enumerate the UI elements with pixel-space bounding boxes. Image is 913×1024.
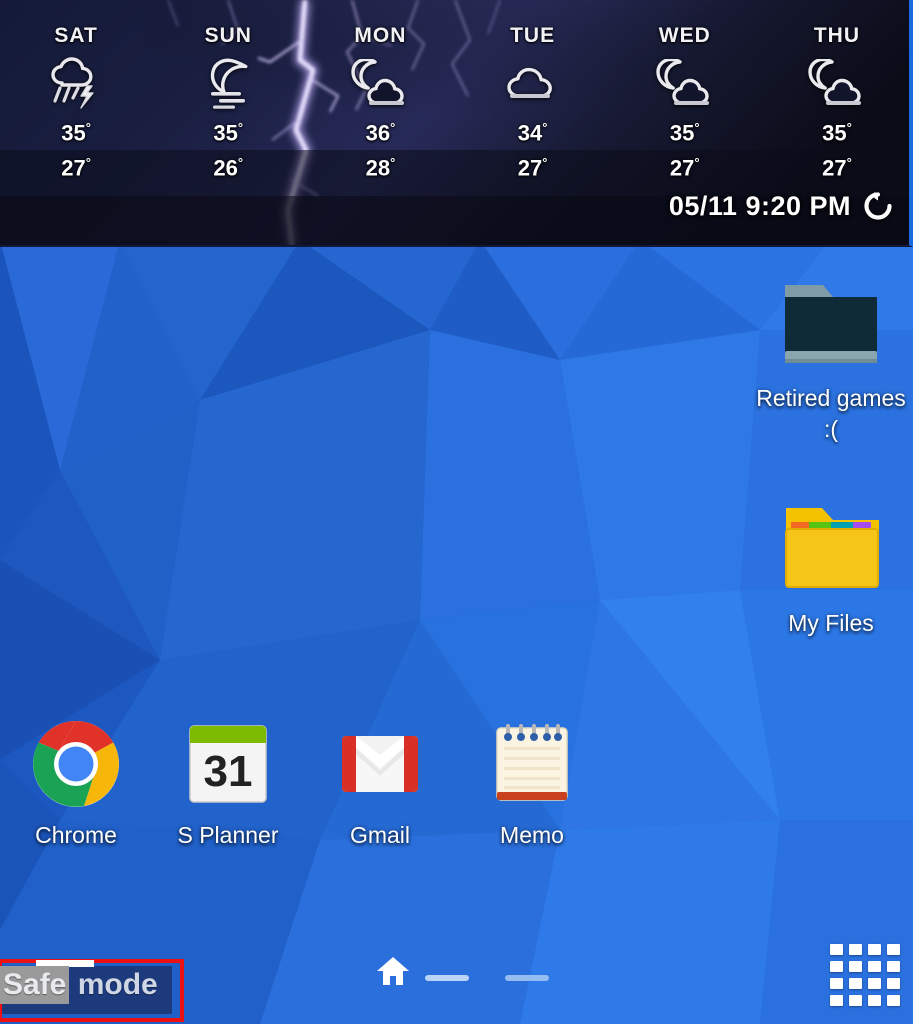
forecast-high: 35° [61, 120, 91, 146]
forecast-low: 27° [61, 155, 91, 181]
forecast-day[interactable]: SAT 35° 27° [0, 0, 152, 190]
apps-grid-icon[interactable] [830, 944, 900, 1006]
folder-label: My Files [788, 610, 874, 636]
calendar-icon: 31 [182, 718, 274, 810]
forecast-high: 36° [365, 120, 396, 146]
forecast-day-label: MON [354, 24, 407, 47]
home-icon[interactable] [376, 956, 410, 991]
safe-mode-selected-word: Safe [0, 966, 70, 1004]
app-label: Memo [500, 822, 564, 848]
page-indicator [425, 975, 549, 981]
chrome-icon [30, 718, 122, 810]
forecast-low: 27° [517, 155, 548, 181]
forecast-day[interactable]: WED 35° 27° [609, 0, 761, 190]
app-shortcut-gmail[interactable]: Gmail [304, 718, 456, 868]
folder-dark-icon [779, 275, 883, 373]
safe-mode-label: Safe mode [0, 966, 158, 1004]
forecast-day-label: SUN [204, 24, 252, 47]
forecast-low: 27° [822, 155, 852, 181]
forecast-day[interactable]: MON 36° 28° [304, 0, 456, 190]
forecast-day[interactable]: THU 35° 27° [761, 0, 909, 190]
weather-forecast-widget[interactable]: SAT 35° 27° SUN 35° 26° MON 36° 28° TUE … [0, 0, 913, 247]
forecast-day[interactable]: TUE 34° 27° [457, 0, 609, 190]
folder-retired-games[interactable]: Retired games :( [756, 275, 906, 445]
weather-widget-footer: 05/11 9:20 PM [669, 189, 895, 223]
forecast-day[interactable]: SUN 35° 26° [152, 0, 304, 190]
refresh-icon[interactable] [861, 189, 895, 223]
forecast-high: 35° [669, 120, 700, 146]
moon-cloud-icon [349, 56, 411, 112]
app-shortcut-row: Chrome 31 S Planner Gmail Memo [0, 718, 620, 868]
forecast-day-label: TUE [510, 24, 556, 47]
app-label: Chrome [35, 822, 117, 848]
forecast-low: 26° [213, 155, 244, 181]
memo-notepad-icon [486, 718, 578, 810]
forecast-high: 35° [822, 120, 852, 146]
safe-mode-rest-word: mode [69, 968, 158, 1001]
forecast-day-label: SAT [54, 24, 98, 47]
page-dot[interactable] [425, 975, 469, 981]
forecast-day-label: WED [658, 24, 711, 47]
forecast-low: 27° [669, 155, 700, 181]
moon-cloud-icon [806, 56, 868, 112]
gmail-icon [334, 718, 426, 810]
page-dot[interactable] [505, 975, 549, 981]
forecast-high: 35° [213, 120, 244, 146]
app-label: S Planner [177, 822, 279, 848]
thunderstorm-rain-icon [46, 56, 106, 112]
folder-my-files[interactable]: My Files [756, 500, 906, 639]
forecast-high: 34° [517, 120, 548, 146]
app-shortcut-memo[interactable]: Memo [456, 718, 608, 868]
app-shortcut-chrome[interactable]: Chrome [0, 718, 152, 868]
app-label: Gmail [349, 822, 411, 848]
folder-label: Retired games :( [756, 385, 906, 443]
folder-yellow-icon [779, 500, 883, 598]
forecast-day-label: THU [813, 24, 861, 47]
forecast-day-list: SAT 35° 27° SUN 35° 26° MON 36° 28° TUE … [0, 0, 909, 190]
forecast-low: 28° [365, 155, 396, 181]
moon-cloud-icon [654, 56, 716, 112]
svg-text:31: 31 [204, 747, 253, 796]
app-shortcut-s-planner[interactable]: 31 S Planner [152, 718, 304, 868]
cloud-icon [503, 56, 563, 112]
weather-timestamp: 05/11 9:20 PM [668, 190, 851, 221]
moon-haze-icon [203, 56, 253, 112]
